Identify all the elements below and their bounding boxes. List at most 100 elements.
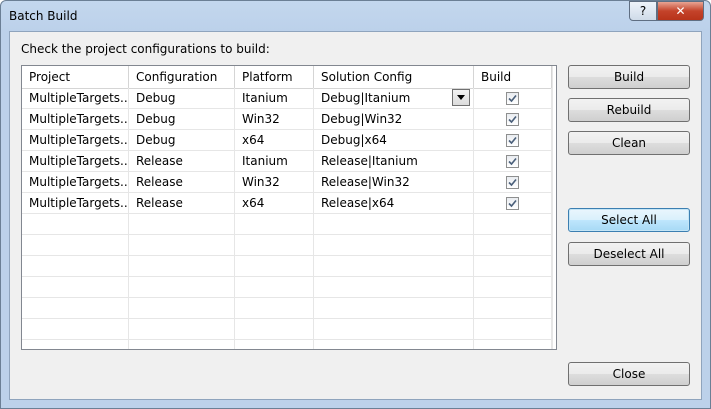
empty-cell [314, 214, 474, 234]
configurations-grid[interactable]: Project Configuration Platform Solution … [21, 65, 557, 350]
empty-cell [474, 277, 552, 297]
empty-cell [474, 340, 552, 349]
empty-cell [129, 256, 235, 276]
column-header-project[interactable]: Project [22, 66, 129, 88]
empty-row [22, 298, 552, 319]
clean-button-label: Clean [611, 136, 647, 150]
cell-project: MultipleTargets... [22, 109, 129, 129]
batch-build-dialog: Batch Build ? ✕ Check the project config… [0, 0, 711, 409]
empty-cell [314, 235, 474, 255]
empty-cell [22, 319, 129, 339]
cell-configuration: Release [129, 193, 235, 213]
empty-cell [235, 319, 314, 339]
cell-solution-config[interactable]: Release|Win32 [314, 172, 474, 192]
build-checkbox[interactable] [506, 134, 519, 147]
table-row[interactable]: MultipleTargets... Release Win32 Release|Wi… [22, 172, 552, 193]
empty-cell [129, 277, 235, 297]
empty-cell [22, 340, 129, 349]
empty-cell [235, 340, 314, 349]
close-button[interactable]: Close [568, 362, 690, 386]
clean-button[interactable]: Clean [568, 131, 690, 155]
empty-cell [474, 298, 552, 318]
cell-solution-config[interactable]: Release|Itanium [314, 151, 474, 171]
column-header-configuration[interactable]: Configuration [129, 66, 235, 88]
build-button-label: Build [613, 70, 645, 84]
grid-header: Project Configuration Platform Solution … [22, 66, 552, 89]
empty-row [22, 235, 552, 256]
cell-project: MultipleTargets... [22, 151, 129, 171]
deselect-all-button-label: Deselect All [593, 247, 665, 261]
cell-platform: Win32 [235, 172, 314, 192]
empty-cell [235, 298, 314, 318]
empty-cell [129, 340, 235, 349]
checkmark-icon [508, 94, 517, 103]
empty-cell [22, 235, 129, 255]
rebuild-button[interactable]: Rebuild [568, 98, 690, 122]
cell-platform: Itanium [235, 151, 314, 171]
empty-cell [314, 298, 474, 318]
empty-row [22, 319, 552, 340]
table-row[interactable]: MultipleTargets... Release x64 Release|x64 [22, 193, 552, 214]
dialog-body: Check the project configurations to buil… [9, 31, 702, 400]
checkmark-icon [508, 115, 517, 124]
title-bar[interactable]: Batch Build ? ✕ [1, 1, 710, 31]
column-header-build[interactable]: Build [474, 66, 552, 88]
cell-configuration: Debug [129, 88, 235, 108]
column-header-platform[interactable]: Platform [235, 66, 314, 88]
empty-cell [129, 298, 235, 318]
rebuild-button-label: Rebuild [606, 103, 652, 117]
empty-cell [129, 214, 235, 234]
empty-cell [235, 235, 314, 255]
build-checkbox[interactable] [506, 155, 519, 168]
column-header-solution-config[interactable]: Solution Config [314, 66, 474, 88]
close-window-icon[interactable]: ✕ [657, 1, 704, 21]
empty-cell [22, 256, 129, 276]
close-button-label: Close [612, 367, 646, 381]
empty-cell [474, 256, 552, 276]
deselect-all-button[interactable]: Deselect All [568, 242, 690, 266]
empty-row [22, 277, 552, 298]
cell-solution-config[interactable]: Release|x64 [314, 193, 474, 213]
cell-solution-config[interactable]: Debug|x64 [314, 130, 474, 150]
build-checkbox[interactable] [506, 92, 519, 105]
cell-configuration: Release [129, 151, 235, 171]
grid-right-edge [552, 66, 556, 349]
table-row[interactable]: MultipleTargets... Debug Win32 Debug|Win32 [22, 109, 552, 130]
build-checkbox[interactable] [506, 176, 519, 189]
build-checkbox[interactable] [506, 113, 519, 126]
checkmark-icon [508, 157, 517, 166]
cell-solution-config[interactable]: Debug|Win32 [314, 109, 474, 129]
table-row[interactable]: MultipleTargets... Debug x64 Debug|x64 [22, 130, 552, 151]
cell-solution-config[interactable]: Debug|Itanium [314, 88, 474, 108]
build-checkbox[interactable] [506, 197, 519, 210]
cell-project: MultipleTargets... [22, 172, 129, 192]
empty-cell [474, 214, 552, 234]
window-title: Batch Build [9, 9, 78, 23]
empty-cell [314, 319, 474, 339]
empty-row [22, 214, 552, 235]
select-all-button[interactable]: Select All [568, 208, 690, 232]
cell-project: MultipleTargets... [22, 193, 129, 213]
checkmark-icon [508, 178, 517, 187]
help-button[interactable]: ? [629, 1, 657, 21]
empty-cell [235, 256, 314, 276]
cell-project: MultipleTargets... [22, 88, 129, 108]
empty-cell [314, 340, 474, 349]
solution-config-dropdown-button[interactable] [452, 89, 470, 106]
table-row[interactable]: MultipleTargets... Debug Itanium Debug|Itan… [22, 88, 552, 109]
checkmark-icon [508, 199, 517, 208]
table-row[interactable]: MultipleTargets... Release Itanium Release|… [22, 151, 552, 172]
cell-project: MultipleTargets... [22, 130, 129, 150]
empty-cell [129, 319, 235, 339]
cell-platform: x64 [235, 130, 314, 150]
empty-cell [22, 298, 129, 318]
build-button[interactable]: Build [568, 65, 690, 89]
select-all-button-label: Select All [601, 213, 657, 227]
chevron-down-icon [457, 95, 465, 100]
empty-row [22, 256, 552, 277]
cell-configuration: Release [129, 172, 235, 192]
empty-row [22, 340, 552, 349]
empty-cell [22, 214, 129, 234]
cell-configuration: Debug [129, 109, 235, 129]
checkmark-icon [508, 136, 517, 145]
